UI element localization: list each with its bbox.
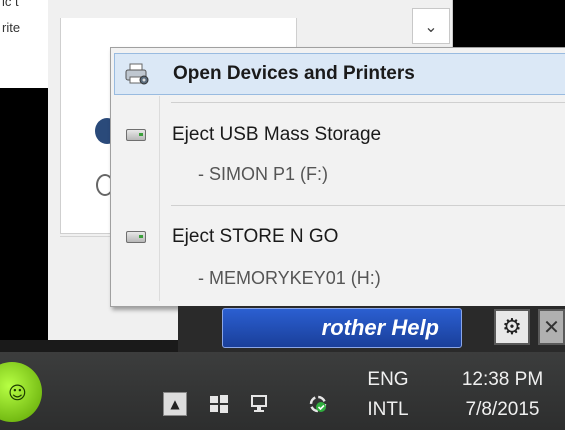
menu-item-label: Eject USB Mass Storage xyxy=(172,124,382,145)
menu-separator xyxy=(171,205,565,206)
input-language-indicator[interactable]: ENG INTL xyxy=(360,365,416,425)
usb-drive-icon xyxy=(114,231,158,243)
menu-item-open-devices-and-printers[interactable]: Open Devices and Printers xyxy=(114,53,565,95)
menu-item-label: Eject STORE N GO xyxy=(172,226,339,247)
sync-status-icon[interactable] xyxy=(304,390,332,418)
background-text-line: ic t xyxy=(2,0,19,9)
background-text-line: rite xyxy=(2,20,21,35)
clock-date: 7/8/2015 xyxy=(465,399,540,420)
close-icon[interactable]: ✕ xyxy=(538,309,565,345)
menu-item-sub-label: - SIMON P1 (F:) xyxy=(198,164,328,184)
language-layout: INTL xyxy=(367,399,409,420)
smiley-icon: ☺ xyxy=(8,383,27,404)
menu-separator xyxy=(171,102,565,103)
network-icon[interactable] xyxy=(246,390,274,418)
clock-time: 12:38 PM xyxy=(461,369,544,390)
taskbar-clock[interactable]: 12:38 PM 7/8/2015 xyxy=(440,365,565,425)
gear-icon[interactable]: ⚙ xyxy=(494,309,530,345)
chevron-down-icon[interactable]: ⌄ xyxy=(412,8,450,44)
menu-item-sub-label: - MEMORYKEY01 (H:) xyxy=(198,268,381,288)
printer-icon xyxy=(115,62,159,86)
windows-flag-icon[interactable] xyxy=(205,390,233,418)
usb-drive-icon xyxy=(114,129,158,141)
devices-context-menu: Open Devices and Printers Eject USB Mass… xyxy=(110,47,565,307)
menu-item-label: Open Devices and Printers xyxy=(173,63,415,84)
brother-help-button[interactable]: rother Help xyxy=(222,308,462,348)
menu-item-eject-usb-mass-storage[interactable]: Eject USB Mass Storage xyxy=(114,118,565,152)
help-button-label: rother Help xyxy=(321,315,439,340)
background-window-left-text-area: ic t rite xyxy=(0,0,48,88)
menu-item-eject-store-n-go[interactable]: Eject STORE N GO xyxy=(114,220,565,254)
language-code: ENG xyxy=(367,369,409,390)
show-hidden-icons-chevron[interactable]: ▲ xyxy=(163,392,187,416)
